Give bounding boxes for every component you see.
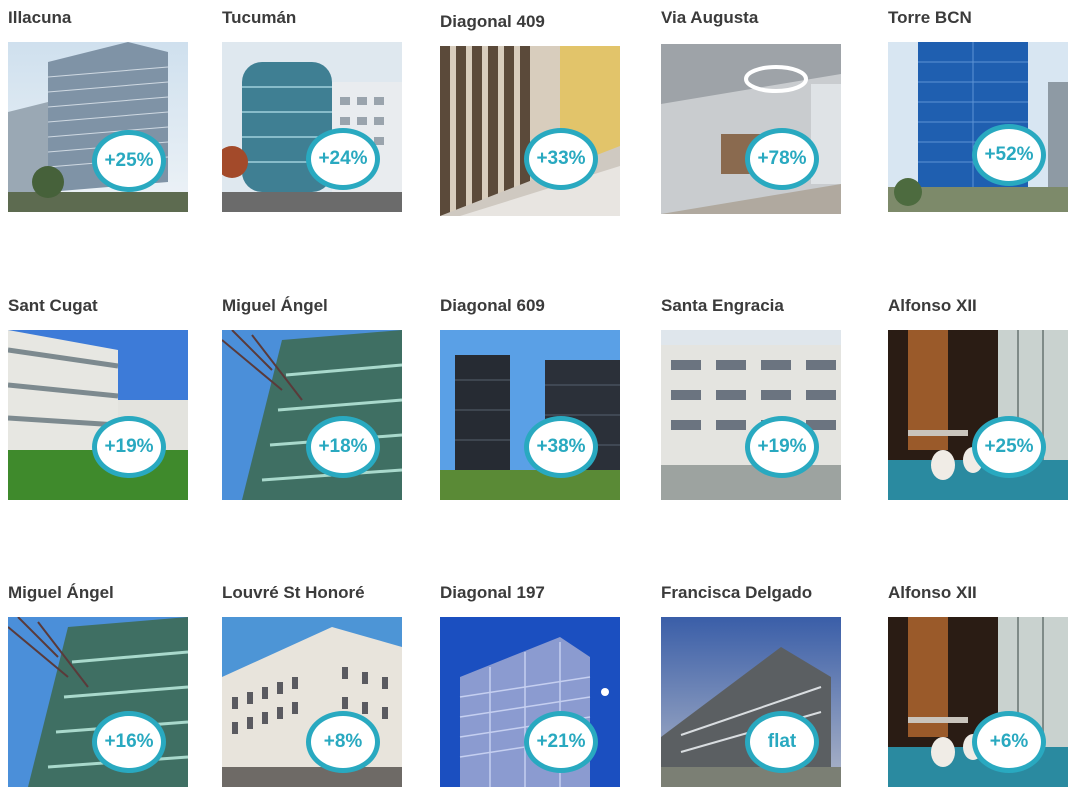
- property-photo: [222, 330, 402, 500]
- property-name: Louvré St Honoré: [222, 583, 365, 602]
- property-photo: [440, 46, 620, 216]
- property-name: Illacuna: [8, 8, 72, 27]
- change-badge: +6%: [972, 711, 1046, 773]
- property-name: Miguel Ángel: [8, 583, 114, 602]
- change-badge: +78%: [745, 128, 819, 190]
- property-card-illacuna: Illacuna +25%: [8, 8, 208, 218]
- property-photo: [222, 42, 402, 212]
- property-photo: [440, 617, 620, 787]
- property-name: Diagonal 409: [440, 12, 545, 31]
- property-card-torre-bcn: Torre BCN +52%: [888, 8, 1074, 218]
- property-card-francisca-delgado: Francisca Delgado flat: [661, 583, 861, 793]
- change-badge: +52%: [972, 124, 1046, 186]
- property-name: Alfonso XII: [888, 583, 977, 602]
- property-photo: [888, 617, 1068, 787]
- change-badge: +8%: [306, 711, 380, 773]
- change-badge: +38%: [524, 416, 598, 478]
- property-card-alfonso-xii: Alfonso XII +25%: [888, 296, 1074, 506]
- property-photo: [8, 42, 188, 212]
- property-photo: [888, 42, 1068, 212]
- change-badge: +25%: [972, 416, 1046, 478]
- property-name: Alfonso XII: [888, 296, 977, 315]
- property-card-diagonal-609: Diagonal 609 +38%: [440, 296, 640, 506]
- property-name: Santa Engracia: [661, 296, 784, 315]
- change-badge: +21%: [524, 711, 598, 773]
- property-name: Miguel Ángel: [222, 296, 328, 315]
- property-card-tucuman: Tucumán +24%: [222, 8, 422, 218]
- change-badge: +16%: [92, 711, 166, 773]
- property-card-diagonal-409: Diagonal 409 +33%: [440, 8, 640, 218]
- property-name: Francisca Delgado: [661, 583, 813, 602]
- property-card-miguel-angel: Miguel Ángel +18%: [222, 296, 422, 506]
- property-photo: [8, 617, 188, 787]
- property-name: Torre BCN: [888, 8, 972, 27]
- property-photo: [661, 617, 841, 787]
- property-photo: [888, 330, 1068, 500]
- change-badge: +19%: [745, 416, 819, 478]
- change-badge: flat: [745, 711, 819, 773]
- property-card-louvre-st-honore: Louvré St Honoré +8%: [222, 583, 422, 793]
- property-card-santa-engracia: Santa Engracia +19%: [661, 296, 861, 506]
- property-name: Via Augusta: [661, 8, 759, 27]
- property-name: Diagonal 197: [440, 583, 545, 602]
- property-card-via-augusta: Via Augusta +78%: [661, 8, 861, 218]
- property-photo: [661, 330, 841, 500]
- property-name: Diagonal 609: [440, 296, 545, 315]
- property-card-miguel-angel-2: Miguel Ángel +16%: [8, 583, 208, 793]
- property-photo: [222, 617, 402, 787]
- property-photo: [440, 330, 620, 500]
- change-badge: +24%: [306, 128, 380, 190]
- property-photo: [661, 44, 841, 214]
- property-photo: [8, 330, 188, 500]
- property-name: Sant Cugat: [8, 296, 98, 315]
- property-card-alfonso-xii-2: Alfonso XII +6%: [888, 583, 1074, 793]
- change-badge: +19%: [92, 416, 166, 478]
- change-badge: +18%: [306, 416, 380, 478]
- property-name: Tucumán: [222, 8, 297, 27]
- property-card-diagonal-197: Diagonal 197 +21%: [440, 583, 640, 793]
- change-badge: +25%: [92, 130, 166, 192]
- change-badge: +33%: [524, 128, 598, 190]
- property-card-sant-cugat: Sant Cugat +19%: [8, 296, 208, 506]
